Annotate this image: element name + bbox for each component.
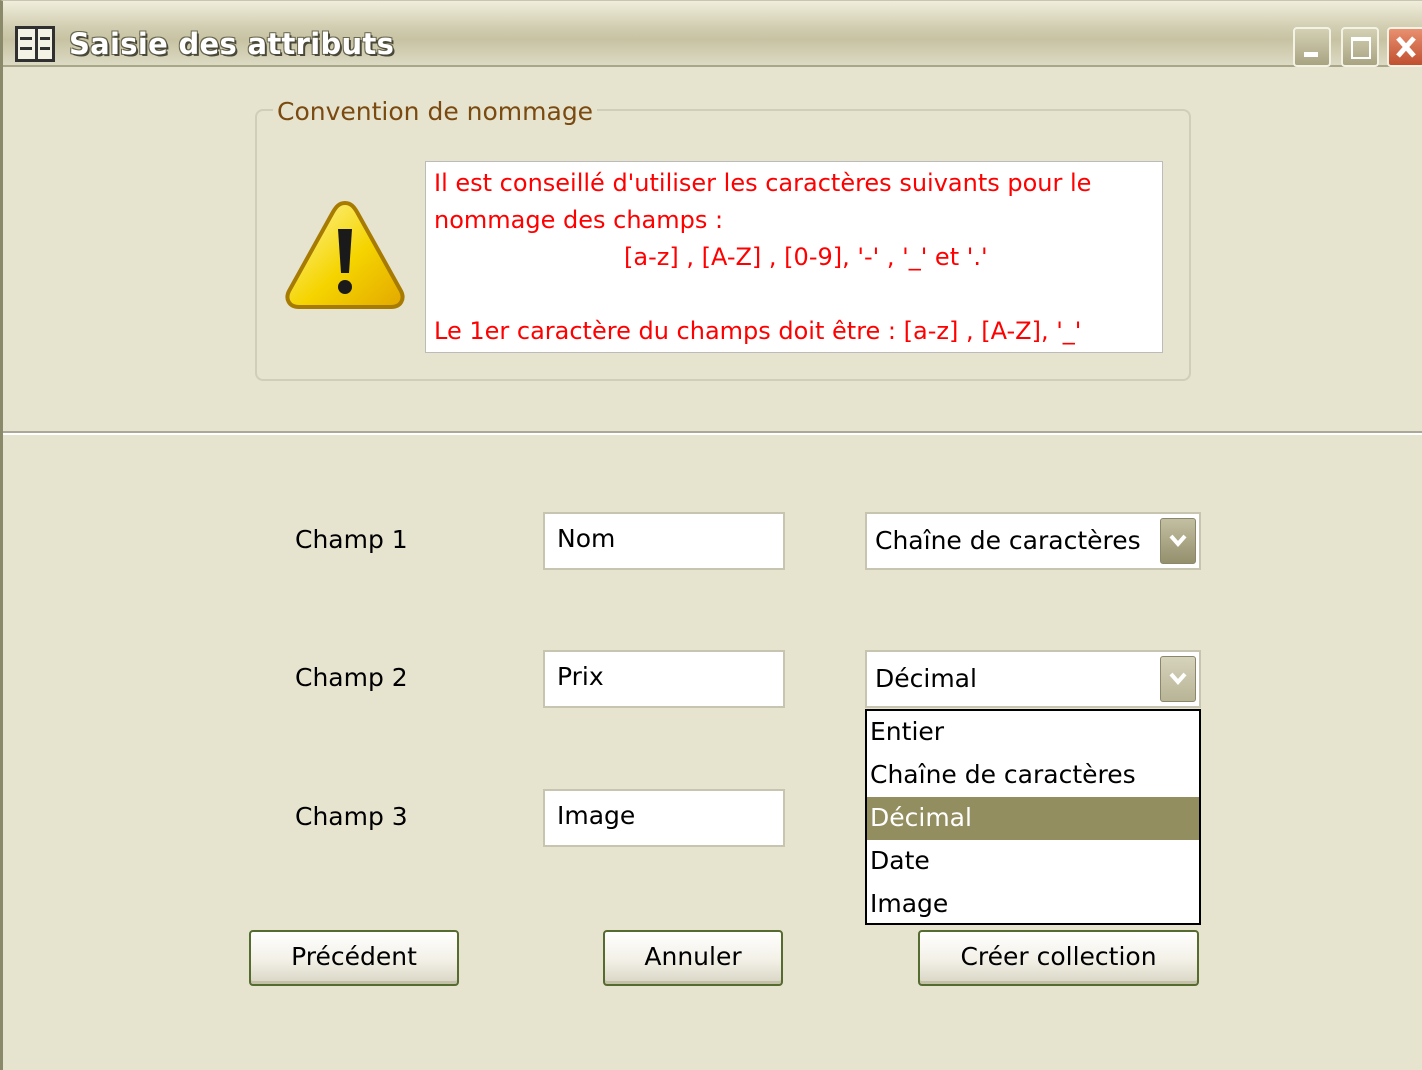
minimize-icon <box>1304 52 1318 57</box>
chevron-down-icon <box>1169 672 1187 686</box>
title-bar[interactable]: Saisie des attributs <box>3 1 1422 67</box>
field-1-type-value: Chaîne de caractères <box>875 526 1141 555</box>
separator <box>3 431 1422 435</box>
dropdown-option-entier[interactable]: Entier <box>867 711 1199 754</box>
field-2-type-select[interactable]: Décimal <box>865 650 1201 708</box>
dropdown-option-image[interactable]: Image <box>867 883 1199 926</box>
field-2-type-value: Décimal <box>875 664 977 693</box>
cancel-button[interactable]: Annuler <box>603 930 783 986</box>
window-title: Saisie des attributs <box>69 27 395 61</box>
maximize-button[interactable] <box>1341 27 1379 67</box>
dropdown-option-chaine[interactable]: Chaîne de caractères <box>867 754 1199 797</box>
field-2-name-input[interactable]: Prix <box>543 650 785 708</box>
rule-line-2: nommage des champs : <box>434 206 724 234</box>
minimize-button[interactable] <box>1293 27 1331 67</box>
field-2-label: Champ 2 <box>295 663 408 692</box>
field-1-type-dropdown-button[interactable] <box>1160 518 1196 564</box>
chevron-down-icon <box>1169 534 1187 548</box>
rule-line-4: Le 1er caractère du champs doit être : [… <box>434 317 1082 345</box>
maximize-icon <box>1351 37 1371 59</box>
rule-line-3: [a-z] , [A-Z] , [0-9], '-' , '_' et '.' <box>624 243 988 271</box>
dropdown-option-decimal[interactable]: Décimal <box>867 797 1199 840</box>
previous-button[interactable]: Précédent <box>249 930 459 986</box>
field-3-label: Champ 3 <box>295 802 408 831</box>
naming-rules-text: Il est conseillé d'utiliser les caractèr… <box>425 161 1163 353</box>
dropdown-option-date[interactable]: Date <box>867 840 1199 883</box>
field-1-label: Champ 1 <box>295 525 408 554</box>
close-button[interactable] <box>1387 27 1422 67</box>
create-collection-button[interactable]: Créer collection <box>918 930 1199 986</box>
field-2-type-dropdown-button[interactable] <box>1160 656 1196 702</box>
warning-icon <box>285 200 405 309</box>
type-dropdown-list[interactable]: Entier Chaîne de caractères Décimal Date… <box>865 709 1201 925</box>
field-1-name-input[interactable]: Nom <box>543 512 785 570</box>
field-3-name-input[interactable]: Image <box>543 789 785 847</box>
dialog-window: Saisie des attributs Convention de nomma… <box>0 0 1422 1070</box>
field-1-type-select[interactable]: Chaîne de caractères <box>865 512 1201 570</box>
close-icon <box>1396 36 1416 58</box>
rule-line-1: Il est conseillé d'utiliser les caractèr… <box>434 169 1092 197</box>
naming-convention-legend: Convention de nommage <box>273 97 598 126</box>
form-icon <box>15 26 55 62</box>
